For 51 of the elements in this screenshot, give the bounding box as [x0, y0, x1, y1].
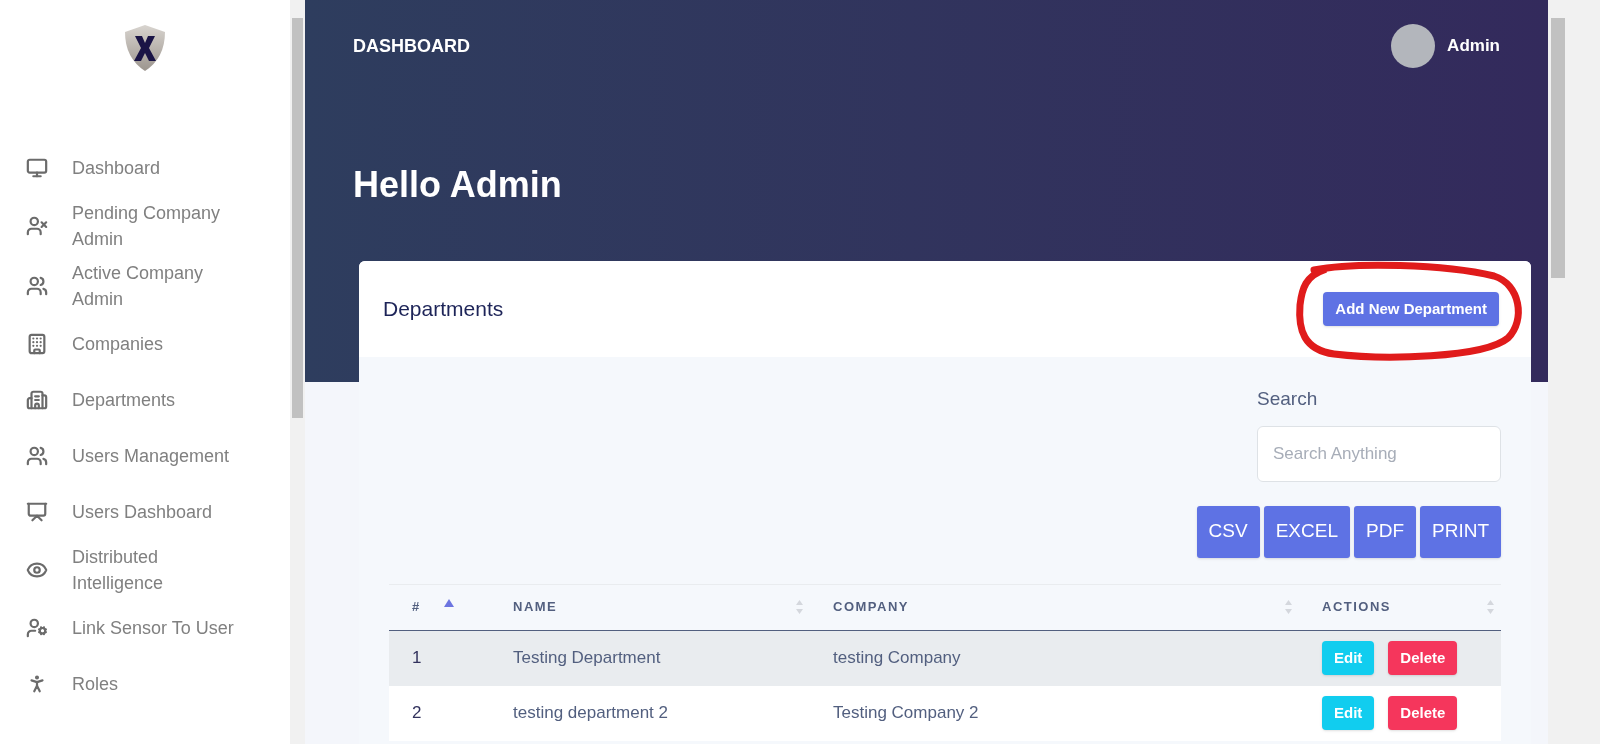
sort-icon[interactable]: [1486, 599, 1495, 615]
users-crossed-icon: [26, 215, 48, 237]
column-header[interactable]: ACTIONS: [1322, 597, 1391, 617]
table-cell: testing department 2: [513, 703, 668, 723]
sidebar-item[interactable]: Pending Company Admin: [0, 196, 290, 256]
sort-icon[interactable]: [1284, 599, 1293, 615]
building-person-icon: [26, 389, 48, 411]
users-icon: [26, 275, 48, 297]
delete-button[interactable]: Delete: [1388, 641, 1458, 675]
table-cell: 1: [412, 648, 422, 668]
export-button[interactable]: EXCEL: [1263, 505, 1350, 558]
sidebar-item[interactable]: Dashboard: [0, 140, 290, 196]
sidebar-item[interactable]: Roles: [0, 656, 290, 712]
add-department-button[interactable]: Add New Department: [1323, 292, 1499, 326]
column-header[interactable]: COMPANY: [833, 597, 909, 617]
sidebar-item[interactable]: Users Dashboard: [0, 484, 290, 540]
shield-logo-icon: [123, 24, 167, 72]
sidebar-item[interactable]: Distributed Intelligence: [0, 540, 290, 600]
export-button[interactable]: PRINT: [1420, 505, 1501, 558]
presentation-icon: [26, 501, 48, 523]
table-row[interactable]: 1 Testing Department testing Company Edit Delete: [389, 630, 1501, 686]
export-button[interactable]: CSV: [1196, 505, 1260, 558]
monitor-icon: [26, 157, 48, 179]
header-title: DASHBOARD: [353, 34, 470, 58]
sidebar-item[interactable]: Companies: [0, 316, 290, 372]
search-label: Search: [1257, 387, 1319, 411]
user-gear-icon: [26, 617, 48, 639]
column-header[interactable]: NAME: [513, 597, 558, 617]
column-header[interactable]: #: [412, 597, 421, 617]
avatar[interactable]: [1391, 24, 1436, 68]
table-row[interactable]: 2 testing department 2 Testing Company 2 Edit Delete: [389, 685, 1501, 741]
table-cell: Testing Company 2: [833, 703, 979, 723]
sort-icon[interactable]: [795, 599, 804, 615]
sort-ascending-icon[interactable]: [444, 599, 454, 607]
delete-button[interactable]: Delete: [1388, 696, 1458, 730]
search-field[interactable]: Search Anything: [1257, 425, 1501, 482]
sidebar-scrollbar[interactable]: [290, 0, 305, 744]
page-scrollbar[interactable]: [1548, 0, 1600, 744]
greeting-heading: Hello Admin: [353, 163, 563, 207]
sidebar-item[interactable]: Link Sensor To User: [0, 600, 290, 656]
users-icon: [26, 445, 48, 467]
table-cell: testing Company: [833, 648, 961, 668]
sidebar-item[interactable]: Active Company Admin: [0, 256, 290, 316]
card-title: Departments: [383, 296, 504, 323]
sidebar-item[interactable]: Departments: [0, 372, 290, 428]
user-name[interactable]: Admin: [1447, 33, 1500, 59]
building-icon: [26, 333, 48, 355]
export-button[interactable]: PDF: [1354, 505, 1416, 558]
table-cell: Testing Department: [513, 648, 661, 668]
sidebar-item[interactable]: Users Management: [0, 428, 290, 484]
table-cell: 2: [412, 703, 422, 723]
